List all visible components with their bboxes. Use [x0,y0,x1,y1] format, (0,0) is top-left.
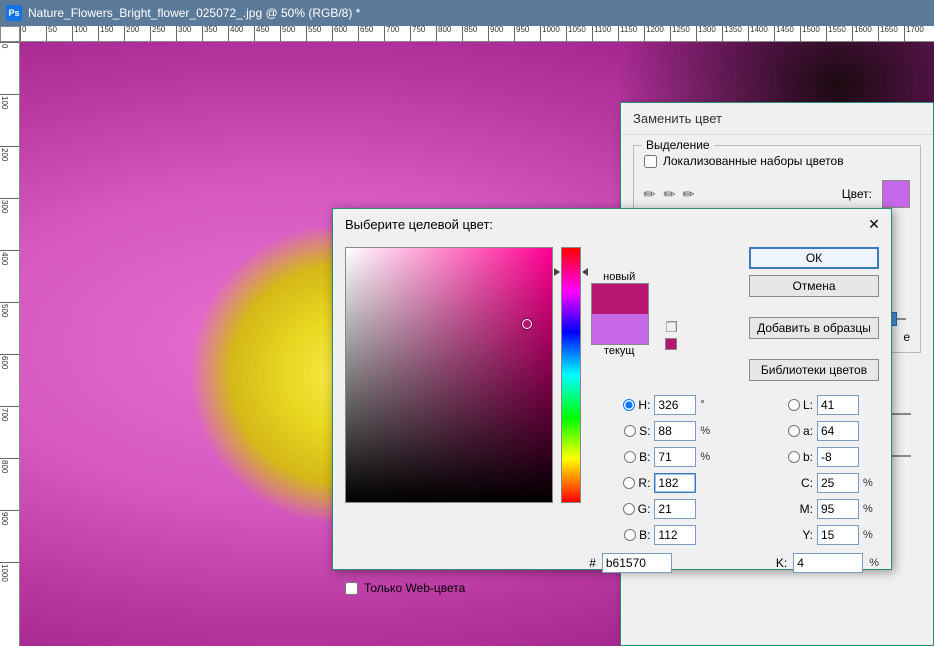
add-swatch-button[interactable]: Добавить в образцы [749,317,879,339]
color-values-grid: H: ° L: S: % a: B: % b: [589,395,879,545]
hue-slider-column[interactable] [561,247,581,503]
eyedropper-tools: ✎ ✎ ✎ [644,186,695,203]
eyedropper-minus-icon[interactable]: ✎ [679,184,699,204]
ok-button[interactable]: ОК [749,247,879,269]
a-radio[interactable] [788,425,800,437]
localized-colors-row[interactable]: Локализованные наборы цветов [644,154,910,168]
b-input[interactable] [654,447,696,467]
saturation-value-field[interactable] [345,247,553,503]
color-libraries-button[interactable]: Библиотеки цветов [749,359,879,381]
hue-arrow-right-icon [582,268,588,276]
l-radio[interactable] [788,399,800,411]
color-preview[interactable] [591,283,649,345]
g-input[interactable] [654,499,696,519]
color-picker-dialog[interactable]: Выберите целевой цвет: ✕ новый текущ [332,208,892,570]
color-picker-title: Выберите целевой цвет: [345,217,493,232]
ruler-horizontal[interactable]: 0501001502002503003504004505005506006507… [20,26,934,42]
replace-color-title: Заменить цвет [621,103,933,135]
eyedropper-icon[interactable]: ✎ [640,184,660,204]
h-input[interactable] [654,395,696,415]
r-input[interactable] [654,473,696,493]
y-input[interactable] [817,525,859,545]
window-titlebar: Ps Nature_Flowers_Bright_flower_025072_.… [0,0,934,26]
current-color-swatch [592,314,648,344]
ruler-corner [0,26,20,42]
c-input[interactable] [817,473,859,493]
g-radio[interactable] [623,503,635,515]
ruler-vertical[interactable]: 01002003004005006007008009001000 [0,42,20,646]
m-input[interactable] [817,499,859,519]
color-label: Цвет: [842,187,872,201]
new-color-swatch [592,284,648,314]
h-radio[interactable] [623,399,635,411]
eyedropper-plus-icon[interactable]: ✎ [659,184,679,204]
localized-colors-checkbox[interactable] [644,155,657,168]
close-icon[interactable]: ✕ [865,215,883,233]
color-swatch[interactable] [882,180,910,208]
current-color-label: текущ [604,345,635,357]
new-color-label: новый [603,271,635,283]
hex-label: # [589,556,596,570]
b-radio[interactable] [624,451,636,463]
sv-cursor[interactable] [522,319,532,329]
selection-legend: Выделение [642,138,714,152]
localized-colors-label: Локализованные наборы цветов [663,154,844,168]
s-radio[interactable] [624,425,636,437]
app-icon: Ps [6,5,22,21]
gamut-color-swatch[interactable] [665,338,677,350]
k-input[interactable] [793,553,863,573]
web-only-checkbox[interactable] [345,582,358,595]
s-input[interactable] [654,421,696,441]
web-only-label: Только Web-цвета [364,581,465,595]
k-label: K: [776,556,787,570]
l-input[interactable] [817,395,859,415]
hex-input[interactable] [602,553,672,573]
bb-input[interactable] [654,525,696,545]
cancel-button[interactable]: Отмена [749,275,879,297]
a-input[interactable] [817,421,859,441]
document-title: Nature_Flowers_Bright_flower_025072_.jpg… [28,6,360,20]
lab-b-radio[interactable] [788,451,800,463]
bb-radio[interactable] [624,529,636,541]
gamut-warning-icon[interactable]: ❒ [665,319,678,336]
lab-b-input[interactable] [817,447,859,467]
r-radio[interactable] [623,477,635,489]
hue-arrow-left-icon [554,268,560,276]
